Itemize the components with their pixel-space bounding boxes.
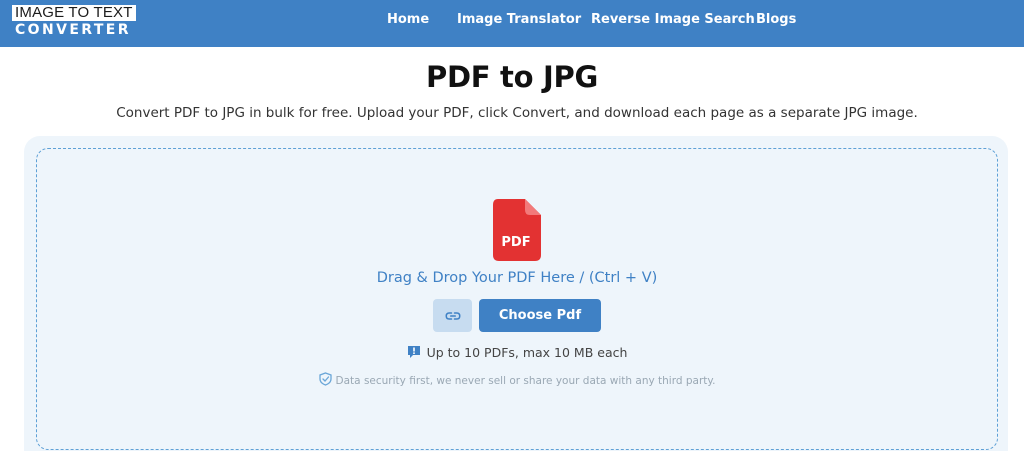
nav-link-reverse-image-search[interactable]: Reverse Image Search xyxy=(591,12,755,27)
link-icon xyxy=(444,311,461,320)
pdf-icon-label: PDF xyxy=(501,235,530,250)
pdf-file-icon: PDF xyxy=(493,199,541,261)
page-title: PDF to JPG xyxy=(426,60,598,94)
security-text: Data security first, we never sell or sh… xyxy=(335,375,716,387)
nav-link-blogs[interactable]: Blogs xyxy=(756,12,796,27)
shield-icon xyxy=(318,372,332,386)
upload-limit-text: Up to 10 PDFs, max 10 MB each xyxy=(426,345,628,360)
choose-pdf-button[interactable]: Choose Pdf xyxy=(479,299,601,332)
nav-link-image-translator[interactable]: Image Translator xyxy=(457,12,581,27)
page-subtitle: Convert PDF to JPG in bulk for free. Upl… xyxy=(116,105,918,121)
main-nav: Home Image Translator Reverse Image Sear… xyxy=(0,0,1024,47)
info-icon xyxy=(407,346,420,358)
upload-limit-note: Up to 10 PDFs, max 10 MB each xyxy=(0,345,1024,360)
drop-instruction: Drag & Drop Your PDF Here / (Ctrl + V) xyxy=(376,270,658,286)
nav-link-home[interactable]: Home xyxy=(387,12,429,27)
security-note: Data security first, we never sell or sh… xyxy=(0,372,1024,387)
paste-url-button[interactable] xyxy=(433,299,472,332)
top-navbar: IMAGE TO TEXT CONVERTER Home Image Trans… xyxy=(0,0,1024,47)
